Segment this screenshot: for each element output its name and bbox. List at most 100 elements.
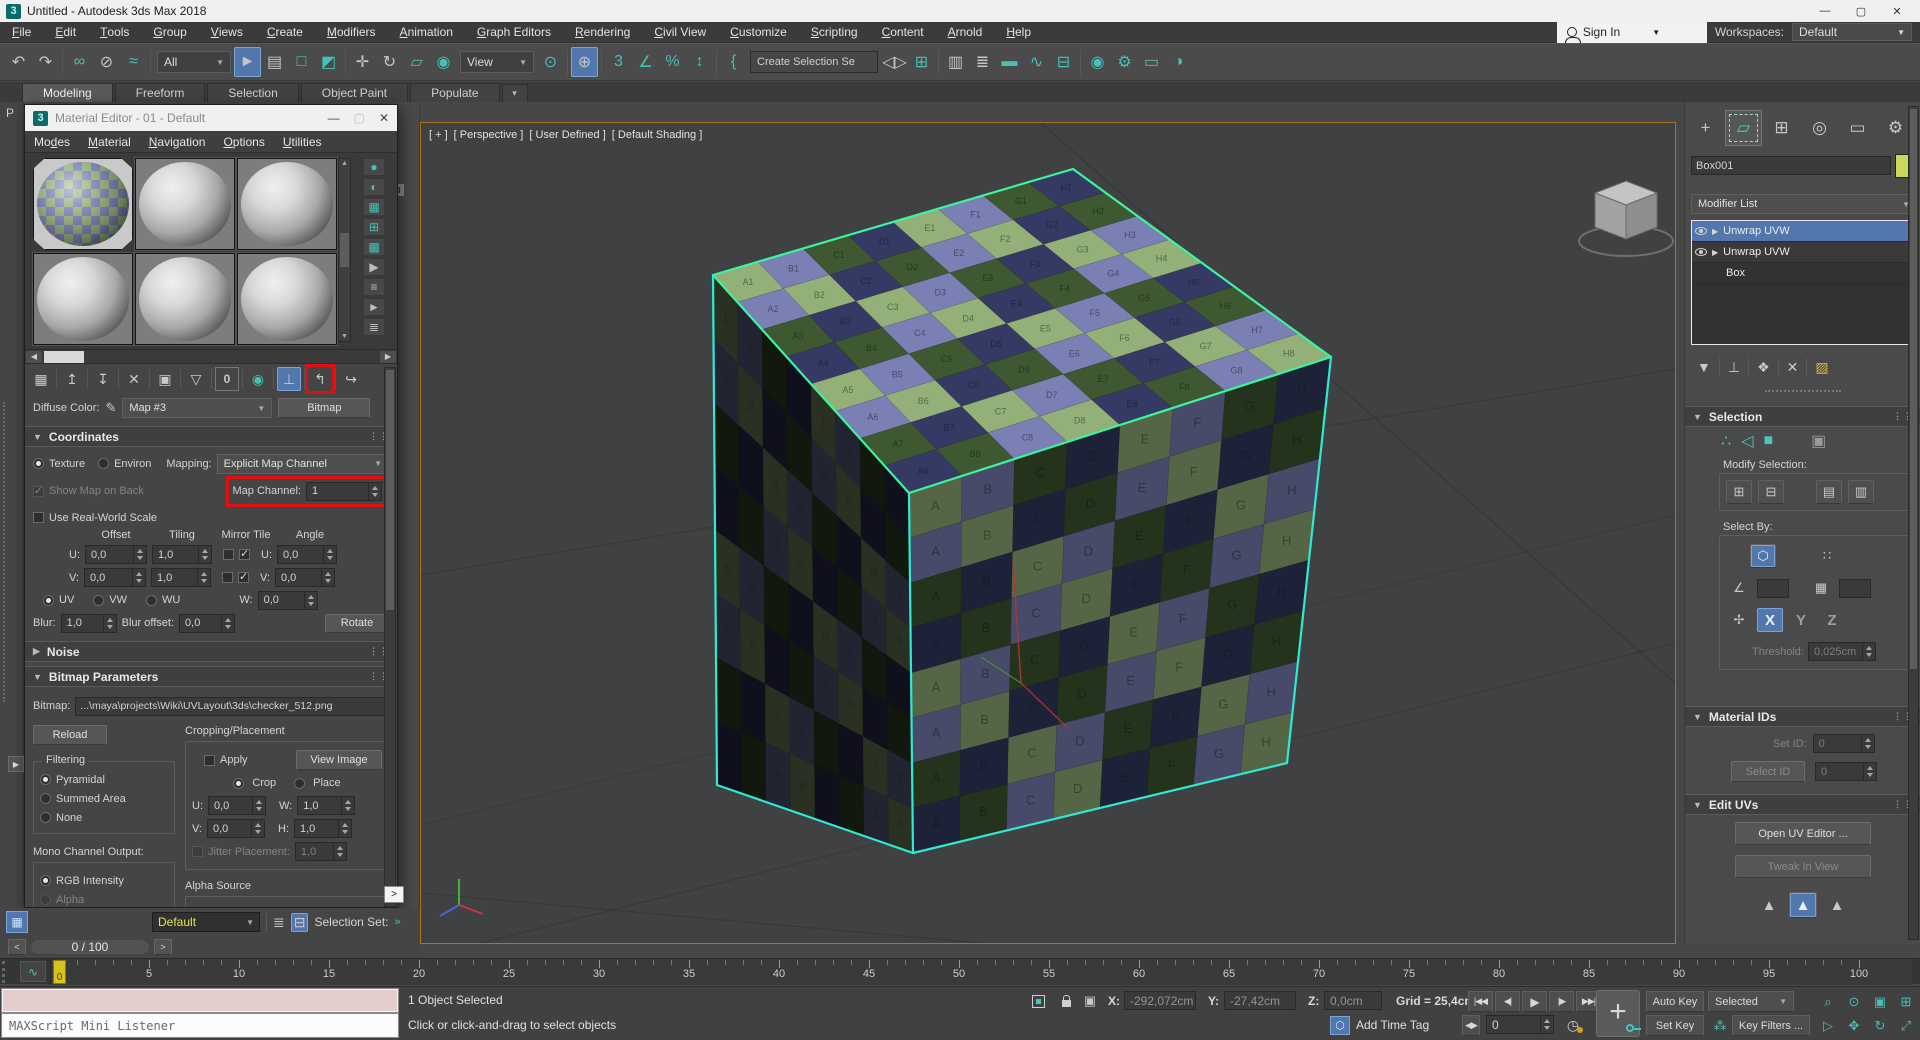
rectangular-selection-region-icon[interactable]: □ — [288, 47, 315, 77]
crop-u-spinner[interactable]: 0,0 — [208, 796, 266, 815]
menu-scripting[interactable]: Scripting — [799, 22, 870, 42]
use-real-world-scale-checkbox[interactable] — [33, 512, 44, 523]
me-menu-modes[interactable]: Modes — [25, 135, 79, 149]
current-frame-field[interactable]: 0 — [1486, 1015, 1554, 1034]
key-filters-button[interactable]: Key Filters ... — [1732, 1015, 1810, 1036]
isolate-selection-toggle[interactable] — [1028, 992, 1048, 1010]
background-icon[interactable]: ▦ — [363, 198, 385, 216]
select-edge-loop-button[interactable]: ▤ — [1816, 480, 1842, 504]
menu-help[interactable]: Help — [994, 22, 1043, 42]
mono-rgb-intensity-radio[interactable] — [40, 875, 51, 886]
time-slider[interactable]: ∿ 0 051015202530354045505560657075808590… — [0, 958, 1920, 984]
visibility-eye-icon[interactable] — [1695, 248, 1707, 256]
edge-mode-icon[interactable]: ◁ — [1741, 431, 1753, 451]
crop-w-spinner[interactable]: 1,0 — [297, 796, 355, 815]
sample-slots-hscrollbar[interactable]: ◀▶ — [25, 349, 397, 364]
pin-stack-icon[interactable]: ▼ — [1697, 359, 1711, 375]
noise-rollout-header[interactable]: ▶Noise⋮⋮ — [25, 641, 397, 662]
angle-snap-toggle-icon[interactable]: ∠ — [632, 47, 659, 77]
visibility-eye-icon[interactable] — [1695, 227, 1707, 235]
schematic-view-icon[interactable]: ⊟ — [1050, 47, 1077, 77]
make-preview-icon[interactable]: ▶ — [363, 258, 385, 276]
options-icon[interactable]: ≡ — [363, 278, 385, 296]
apply-checkbox[interactable] — [204, 755, 215, 766]
vertex-mode-icon[interactable]: ∴ — [1721, 431, 1731, 451]
reload-button[interactable]: Reload — [33, 725, 107, 745]
v-tiling-spinner[interactable]: 1,0 — [151, 568, 211, 587]
select-edge-ring-button[interactable]: ▥ — [1848, 480, 1874, 504]
toolbar-overflow-chevrons[interactable]: » — [395, 916, 401, 928]
maximize-button[interactable]: ▢ — [1844, 1, 1878, 21]
workspaces-dropdown[interactable]: Default▼ — [1792, 23, 1912, 41]
map-name-dropdown[interactable]: Map #3▼ — [122, 398, 272, 418]
go-to-parent-icon[interactable]: ↰ — [308, 367, 332, 391]
sample-slot-3[interactable] — [237, 158, 337, 250]
current-frame-marker[interactable]: 0 — [53, 960, 66, 984]
timeline-grip[interactable] — [2, 961, 12, 983]
tweak-in-view-button[interactable]: Tweak In View — [1735, 855, 1871, 878]
me-close-button[interactable]: ✕ — [379, 111, 389, 125]
filtering-none-radio[interactable] — [40, 812, 51, 823]
auto-key-button[interactable]: Auto Key — [1646, 991, 1704, 1012]
blur-spinner[interactable]: 1,0 — [61, 614, 117, 633]
hierarchy-tab[interactable]: ⊞ — [1763, 110, 1800, 146]
material-editor-window[interactable]: 3 Material Editor - 01 - Default — ▢ ✕ M… — [24, 104, 398, 908]
configure-modifier-sets-icon[interactable]: ▨ — [1815, 359, 1828, 376]
display-tab[interactable]: ▭ — [1839, 110, 1876, 146]
menu-file[interactable]: File — [0, 22, 43, 42]
x-coord-field[interactable]: -292,072cm — [1124, 991, 1196, 1010]
selection-lock-toggle[interactable] — [1056, 992, 1076, 1010]
redo-icon[interactable]: ↷ — [32, 47, 59, 77]
align-to-axis-icon[interactable]: ✢ — [1726, 608, 1752, 632]
crop-h-spinner[interactable]: 1,0 — [294, 819, 352, 838]
threshold-spinner[interactable]: 0,025cm — [1808, 642, 1876, 661]
select-by-angle-icon[interactable]: ∠ — [1726, 576, 1752, 600]
expand-arrow-icon[interactable]: ▶ — [1712, 227, 1718, 236]
v-angle-spinner[interactable]: 0,0 — [275, 568, 335, 587]
viewport-plus-menu[interactable]: [ + ] — [429, 129, 448, 141]
zoom-icon[interactable]: ⌕ — [1816, 991, 1840, 1012]
absolute-offset-mode-toggle[interactable]: ▣ — [1080, 992, 1100, 1010]
window-crossing-icon[interactable]: ◩ — [315, 47, 342, 77]
u-tiling-spinner[interactable]: 1,0 — [152, 545, 212, 564]
uv-radio[interactable] — [43, 595, 54, 606]
select-by-planar-icon[interactable]: ▦ — [1808, 576, 1834, 600]
frame-step-toggle[interactable]: ◀▶ — [1462, 1015, 1480, 1036]
grow-selection-button[interactable]: ⊞ — [1726, 480, 1752, 504]
me-minimize-button[interactable]: — — [328, 111, 340, 125]
toggle-layer-explorer-icon[interactable]: ≣ — [969, 47, 996, 77]
viewport-user-menu[interactable]: [ User Defined ] — [529, 129, 605, 141]
menu-customize[interactable]: Customize — [718, 22, 799, 42]
render-setup-icon[interactable]: ⚙ — [1111, 47, 1138, 77]
reset-map-icon[interactable]: ✕ — [122, 367, 146, 391]
orbit-subobject-icon[interactable]: ↻ — [1868, 1015, 1892, 1036]
select-id-button[interactable]: Select ID — [1731, 761, 1805, 782]
reference-coordinate-system[interactable]: View▼ — [460, 51, 534, 73]
show-map-on-back-checkbox[interactable] — [33, 486, 44, 497]
quick-planar-map-icon[interactable]: ▲ — [1755, 892, 1783, 918]
sample-slot-4[interactable] — [33, 253, 133, 345]
curve-editor-icon[interactable]: ∿ — [1023, 47, 1050, 77]
map-type-button[interactable]: Bitmap — [278, 398, 370, 418]
filtering-pyramidal-radio[interactable] — [40, 774, 51, 785]
v-tile-checkbox[interactable] — [238, 572, 249, 583]
key-mode-icon[interactable]: ⁂ — [1708, 1015, 1732, 1036]
go-to-start-button[interactable]: |◀◀ — [1468, 991, 1493, 1012]
schematic-view-icon[interactable]: ⊟ — [291, 913, 309, 932]
bind-to-space-warp-icon[interactable]: ≈ — [120, 47, 147, 77]
crop-v-spinner[interactable]: 0,0 — [207, 819, 265, 838]
material-editor-vscrollbar[interactable] — [384, 367, 396, 907]
modifier-stack-row[interactable]: Box — [1692, 263, 1916, 284]
ribbon-tab-freeform[interactable]: Freeform — [115, 83, 206, 102]
me-menu-utilities[interactable]: Utilities — [274, 135, 331, 149]
eyedropper-icon[interactable]: ✎ — [105, 400, 116, 416]
vw-radio[interactable] — [93, 595, 104, 606]
menu-animation[interactable]: Animation — [388, 22, 465, 42]
menu-content[interactable]: Content — [870, 22, 936, 42]
menu-tools[interactable]: Tools — [88, 22, 141, 42]
u-offset-spinner[interactable]: 0,0 — [85, 545, 147, 564]
blur-offset-spinner[interactable]: 0,0 — [179, 614, 235, 633]
maxscript-listener-input[interactable] — [2, 989, 398, 1012]
pack-uvs-icon[interactable]: ▲ — [1823, 892, 1851, 918]
perspective-viewport[interactable]: [ + ] [ Perspective ] [ User Defined ] [… — [420, 122, 1676, 944]
